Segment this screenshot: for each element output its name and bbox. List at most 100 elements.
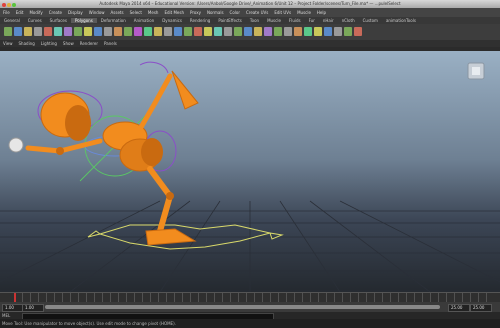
shelf-tool-icon[interactable] [64,27,72,36]
shelf-tool-icon[interactable] [4,27,12,36]
shelf-tab-fluids[interactable]: Fluids [285,18,305,23]
menu-modify[interactable]: Modify [29,10,42,15]
head-cylinder[interactable] [40,92,91,141]
foot[interactable] [145,228,197,246]
shelf-tab-general[interactable]: General [0,18,24,23]
menu-edit[interactable]: Edit [16,10,24,15]
playback-start-field[interactable]: 1.00 [22,304,44,312]
menu-edit-mesh[interactable]: Edit Mesh [164,10,184,15]
shelf-tool-icon[interactable] [94,27,102,36]
shelf-tool-icon[interactable] [244,27,252,36]
panel-menu-shading[interactable]: Shading [19,41,35,46]
shelf-tab-polygons[interactable]: Polygons [70,18,97,23]
view-cube-icon[interactable] [467,62,485,80]
shelf-tool-icon[interactable] [354,27,362,36]
shelf-tab-dynamics[interactable]: Dynamics [158,18,186,23]
panel-menu-view[interactable]: View [3,41,13,46]
shelf-tool-icon[interactable] [134,27,142,36]
command-line: MEL [0,312,500,320]
shelf-tab-rendering[interactable]: Rendering [186,18,214,23]
shelf-tool-icon[interactable] [254,27,262,36]
shelf-tab-animationtools[interactable]: animationTools [382,18,420,23]
shelf-tool-icon[interactable] [84,27,92,36]
panel-menu-show[interactable]: Show [63,41,74,46]
leg[interactable] [147,166,173,234]
range-start-field[interactable]: 1.00 [2,304,24,312]
menu-display[interactable]: Display [68,10,83,15]
main-menubar: File Edit Modify Create Display Window Assets S… [0,8,500,17]
shelf-tool-icon[interactable] [274,27,282,36]
range-end-field[interactable]: 25.00 [470,304,492,312]
shelf-tab-fur[interactable]: Fur [305,18,319,23]
shelf-tool-icon[interactable] [284,27,292,36]
menu-select[interactable]: Select [130,10,142,15]
shelf-tool-icon[interactable] [194,27,202,36]
shelf-tool-icon[interactable] [334,27,342,36]
shelf-tab-toon[interactable]: Toon [246,18,263,23]
shelf-tool-icon[interactable] [314,27,322,36]
menu-color[interactable]: Color [230,10,240,15]
shelf-tool-icon[interactable] [204,27,212,36]
shelf-tool-icon[interactable] [144,27,152,36]
panel-menu-renderer[interactable]: Renderer [80,41,98,46]
shelf-tool-icon[interactable] [184,27,192,36]
window-titlebar: Autodesk Maya 2014 x64 – Educational Ver… [0,0,500,8]
shelf-tab-surfaces[interactable]: Surfaces [46,18,71,23]
shelf-tool-icon[interactable] [174,27,182,36]
panel-menu-lighting[interactable]: Lighting [41,41,57,46]
shelf-tool-icon[interactable] [24,27,32,36]
shelf-tool-icon[interactable] [214,27,222,36]
shelf-tool-icon[interactable] [34,27,42,36]
shelf-tool-icon[interactable] [164,27,172,36]
shelf-tool-icon[interactable] [154,27,162,36]
torso[interactable] [102,121,163,172]
menu-help[interactable]: Help [317,10,326,15]
right-hand[interactable] [171,70,199,110]
menu-normals[interactable]: Normals [207,10,224,15]
menu-edit-uvs[interactable]: Edit UVs [274,10,291,15]
playback-end-field[interactable]: 25.00 [448,304,470,312]
shelf-tool-icon[interactable] [344,27,352,36]
shelf-tab-custom[interactable]: Custom [359,18,382,23]
right-arm[interactable] [137,73,173,132]
ball-prop[interactable] [8,137,24,153]
shelf-tool-icon[interactable] [304,27,312,36]
shelf-icon-bar [0,24,500,41]
shelf-tab-curves[interactable]: Curves [24,18,46,23]
shelf-tool-icon[interactable] [264,27,272,36]
menu-muscle[interactable]: Muscle [297,10,311,15]
shelf-tool-icon[interactable] [74,27,82,36]
shelf-tool-icon[interactable] [54,27,62,36]
shelf-tab-nhair[interactable]: nHair [319,18,338,23]
shelf-tool-icon[interactable] [104,27,112,36]
shelf-tool-icon[interactable] [124,27,132,36]
menu-file[interactable]: File [3,10,10,15]
shelf-tool-icon[interactable] [14,27,22,36]
shelf-tab-deformation[interactable]: Deformation [97,18,130,23]
menu-assets[interactable]: Assets [111,10,124,15]
menu-window[interactable]: Window [89,10,105,15]
menu-create-uvs[interactable]: Create UVs [246,10,268,15]
knee-joint[interactable] [166,192,174,200]
3d-viewport[interactable] [0,51,500,292]
menu-mesh[interactable]: Mesh [148,10,159,15]
hand-joint[interactable] [56,147,64,155]
shelf-tab-muscle[interactable]: Muscle [263,18,285,23]
left-arm[interactable] [25,138,103,154]
shelf-tool-icon[interactable] [294,27,302,36]
shelf-tool-icon[interactable] [234,27,242,36]
command-language-label[interactable]: MEL [2,313,10,318]
shelf-tool-icon[interactable] [114,27,122,36]
menu-create[interactable]: Create [49,10,62,15]
ground-grid [0,200,500,292]
shelf-tool-icon[interactable] [224,27,232,36]
help-line: Move Tool: Use manipulator to move objec… [0,319,500,328]
range-slider[interactable] [45,305,440,309]
shelf-tool-icon[interactable] [44,27,52,36]
shelf-tool-icon[interactable] [324,27,332,36]
panel-menu-panels[interactable]: Panels [104,41,117,46]
menu-proxy[interactable]: Proxy [190,10,201,15]
shelf-tab-painteffects[interactable]: PaintEffects [214,18,246,23]
shelf-tab-animation[interactable]: Animation [130,18,158,23]
shelf-tab-ncloth[interactable]: nCloth [338,18,359,23]
